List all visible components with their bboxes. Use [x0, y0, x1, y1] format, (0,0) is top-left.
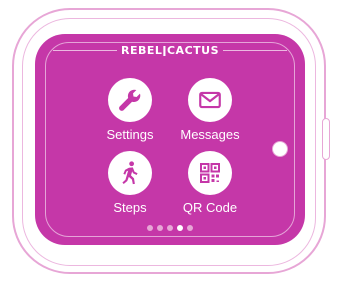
app-settings[interactable]: Settings	[85, 78, 175, 142]
messages-icon-button[interactable]	[188, 78, 232, 122]
app-label: Messages	[180, 127, 240, 142]
smartwatch-device: REBELǀCACTUS Settings Messages Steps QR …	[0, 0, 340, 285]
page-indicator	[35, 225, 305, 231]
walking-person-icon	[122, 161, 138, 185]
envelope-icon	[199, 91, 221, 109]
brand-rule-right	[223, 50, 288, 51]
brand-logo: REBELǀCACTUS	[35, 44, 305, 57]
app-steps[interactable]: Steps	[85, 151, 175, 215]
steps-icon-button[interactable]	[108, 151, 152, 195]
qr-code-icon-button[interactable]	[188, 151, 232, 195]
crown-button[interactable]	[272, 141, 288, 157]
app-qr-code[interactable]: QR Code	[165, 151, 255, 215]
wrench-icon	[119, 89, 141, 111]
page-dot-active[interactable]	[177, 225, 183, 231]
page-dot[interactable]	[167, 225, 173, 231]
page-dot[interactable]	[147, 225, 153, 231]
brand-text: REBELǀCACTUS	[120, 44, 220, 57]
app-label: QR Code	[182, 200, 238, 215]
side-button[interactable]	[322, 118, 330, 160]
app-label: Steps	[113, 200, 147, 215]
brand-rule-left	[52, 50, 117, 51]
app-label: Settings	[106, 127, 154, 142]
watch-screen: REBELǀCACTUS Settings Messages Steps QR …	[35, 34, 305, 245]
settings-icon-button[interactable]	[108, 78, 152, 122]
app-messages[interactable]: Messages	[165, 78, 255, 142]
page-dot[interactable]	[157, 225, 163, 231]
qr-code-icon	[200, 163, 220, 183]
page-dot[interactable]	[187, 225, 193, 231]
